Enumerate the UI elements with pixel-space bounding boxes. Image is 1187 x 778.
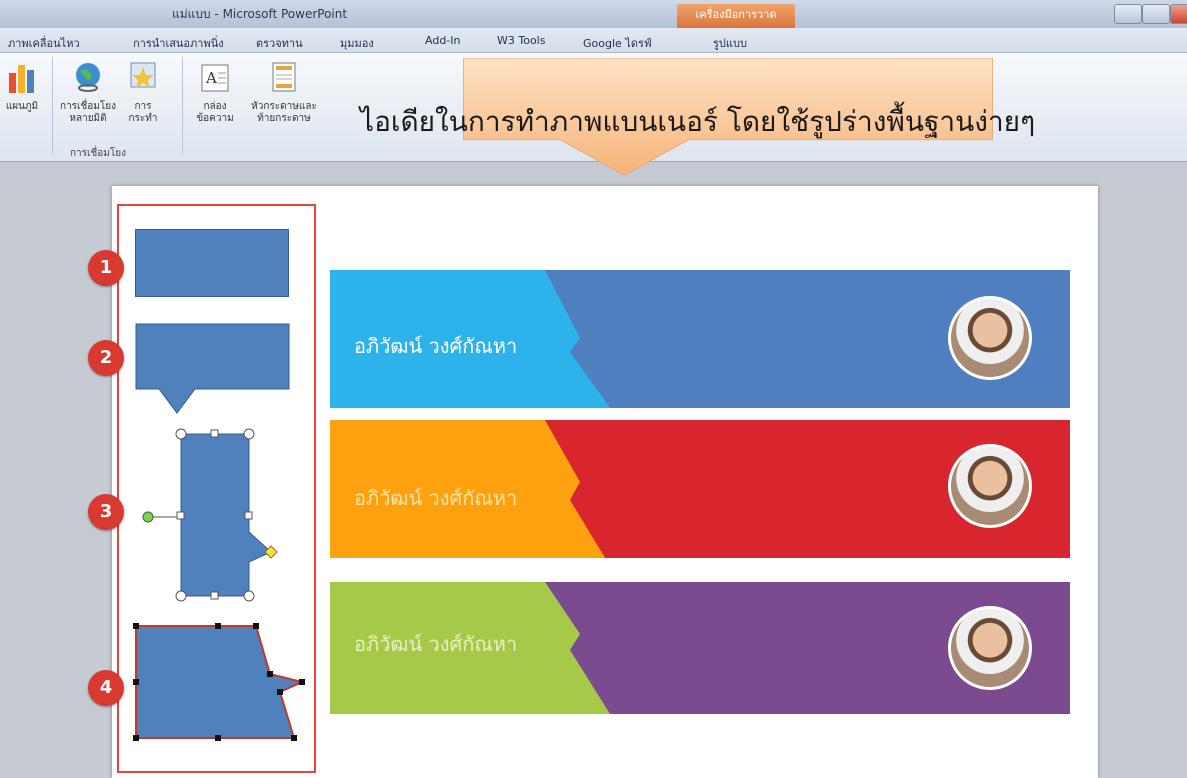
step3-callout-rotated-shape[interactable] bbox=[140, 428, 290, 606]
step1-rectangle-shape[interactable] bbox=[135, 229, 289, 297]
action-label: การ กระทำ bbox=[128, 101, 158, 124]
step-badge-2: 2 bbox=[88, 340, 124, 376]
tab-google-drive[interactable]: Google ไดรฟ์ bbox=[583, 34, 652, 52]
contextual-tab-drawing-tools[interactable]: เครื่องมือการวาด bbox=[677, 4, 795, 28]
banner-2[interactable]: อภิวัฒน์ วงศ์กัณหา bbox=[330, 420, 1070, 558]
textbox-button[interactable]: A กล่อง ข้อความ bbox=[192, 61, 238, 125]
banner-1[interactable]: อภิวัฒน์ วงศ์กัณหา bbox=[330, 270, 1070, 408]
textbox-icon: A bbox=[201, 64, 229, 92]
svg-text:A: A bbox=[205, 69, 217, 87]
minimize-button[interactable] bbox=[1114, 4, 1142, 24]
window-title: แม่แบบ - Microsoft PowerPoint bbox=[172, 7, 348, 21]
close-button[interactable] bbox=[1170, 4, 1187, 24]
action-button[interactable]: การ กระทำ bbox=[120, 61, 166, 125]
step-badge-4: 4 bbox=[88, 670, 124, 706]
tab-format[interactable]: รูปแบบ bbox=[713, 34, 747, 52]
chart-button[interactable]: แผนภูมิ bbox=[2, 61, 42, 113]
banner-2-name: อภิวัฒน์ วงศ์กัณหา bbox=[354, 486, 518, 510]
group-links-label: การเชื่อมโยง bbox=[70, 148, 126, 159]
tab-add-in[interactable]: Add-In bbox=[425, 34, 460, 47]
banner-3[interactable]: อภิวัฒน์ วงศ์กัณหา bbox=[330, 582, 1070, 720]
tab-view[interactable]: มุมมอง bbox=[340, 34, 374, 52]
title-bar: แม่แบบ - Microsoft PowerPoint เครื่องมือ… bbox=[0, 0, 1187, 28]
maximize-button[interactable] bbox=[1142, 4, 1170, 24]
chart-label: แผนภูมิ bbox=[5, 101, 39, 112]
globe-link-icon bbox=[76, 63, 100, 92]
callout-text: ไอเดียในการทำภาพแบนเนอร์ โดยใช้รูปร่างพื… bbox=[360, 105, 1036, 138]
banner-3-avatar bbox=[948, 606, 1032, 690]
step-badge-3: 3 bbox=[88, 494, 124, 530]
tab-review[interactable]: ตรวจทาน bbox=[256, 34, 303, 52]
header-footer-icon bbox=[272, 62, 296, 92]
hyperlink-label: การเชื่อมโยง หลายมิติ bbox=[60, 101, 116, 124]
hyperlink-button[interactable]: การเชื่อมโยง หลายมิติ bbox=[60, 61, 116, 125]
group-separator bbox=[52, 57, 53, 155]
banner-3-name: อภิวัฒน์ วงศ์กัณหา bbox=[354, 632, 518, 656]
tab-slideshow[interactable]: การนำเสนอภาพนิ่ง bbox=[133, 34, 224, 52]
action-star-icon bbox=[130, 62, 156, 88]
banner-1-avatar bbox=[948, 296, 1032, 380]
group-separator bbox=[182, 57, 183, 155]
step-badge-1: 1 bbox=[88, 250, 124, 286]
banner-1-name: อภิวัฒน์ วงศ์กัณหา bbox=[354, 334, 518, 358]
tab-w3-tools[interactable]: W3 Tools bbox=[497, 34, 545, 47]
chart-icon bbox=[9, 65, 34, 93]
banner-2-avatar bbox=[948, 444, 1032, 528]
textbox-label: กล่อง ข้อความ bbox=[196, 101, 234, 124]
header-footer-label: หัวกระดาษและ ท้ายกระดาษ bbox=[251, 101, 317, 124]
step2-callout-shape[interactable] bbox=[135, 323, 291, 415]
tab-animations[interactable]: ภาพเคลื่อนไหว bbox=[8, 34, 80, 52]
header-footer-button[interactable]: หัวกระดาษและ ท้ายกระดาษ bbox=[244, 61, 324, 125]
step4-freeform-shape[interactable] bbox=[130, 622, 310, 746]
ribbon-tab-bar: ภาพเคลื่อนไหว การนำเสนอภาพนิ่ง ตรวจทาน ม… bbox=[0, 28, 1187, 53]
